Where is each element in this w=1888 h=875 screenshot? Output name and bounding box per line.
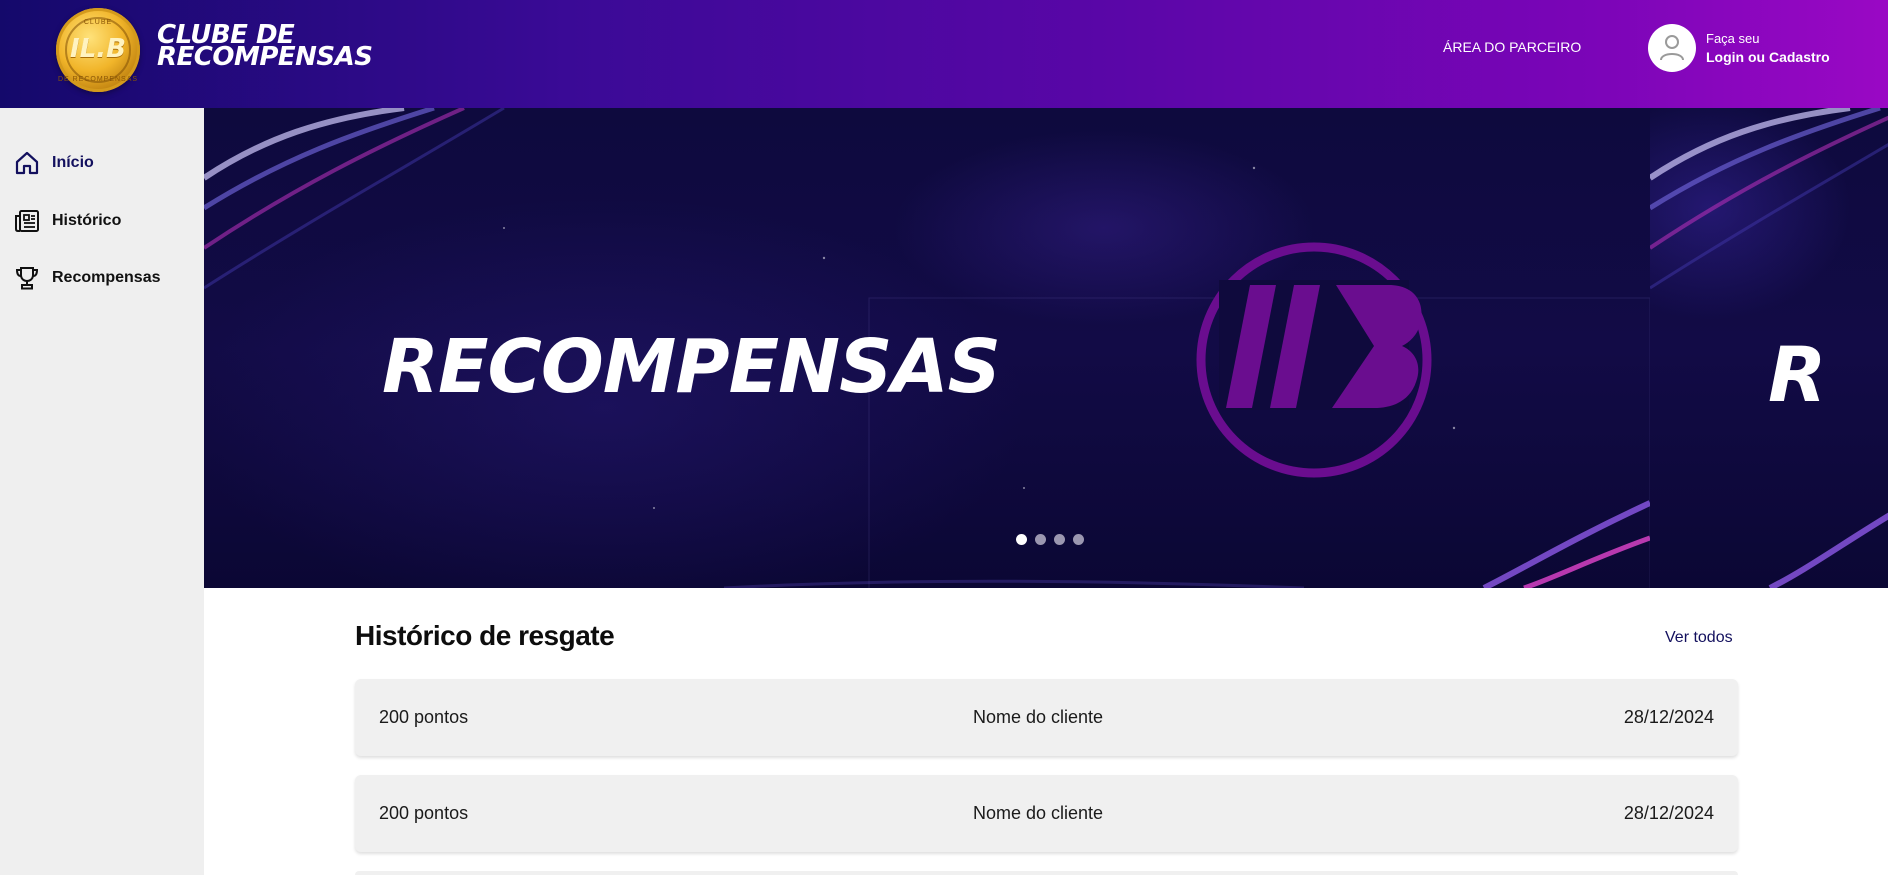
- carousel-slide-active[interactable]: RECOMPENSAS: [204, 108, 1650, 588]
- login-link[interactable]: Faça seu Login ou Cadastro: [1706, 29, 1830, 67]
- row-points: 200 pontos: [379, 707, 469, 727]
- carousel-dot-2[interactable]: [1035, 534, 1046, 545]
- sidebar-item-recompensas[interactable]: Recompensas: [14, 263, 194, 293]
- trophy-icon: [15, 267, 39, 290]
- user-icon: [1660, 35, 1684, 61]
- sidebar-item-label: Recompensas: [52, 269, 161, 286]
- ilb-emblem-logo: [1196, 242, 1432, 478]
- banner-carousel[interactable]: RECOMPENSAS R: [204, 108, 1888, 588]
- row-date: 28/12/2024: [1623, 707, 1714, 727]
- logo-monogram: IL.B: [70, 34, 126, 64]
- row-client-name: Nome do cliente: [973, 707, 1104, 727]
- next-slide-title-peek: R: [1768, 330, 1827, 419]
- row-points: 200 pontos: [379, 803, 469, 823]
- login-prompt: Faça seu: [1706, 31, 1760, 46]
- logo-ring-top-text: CLUBE: [83, 19, 113, 26]
- see-all-link[interactable]: Ver todos: [1665, 629, 1733, 647]
- login-register-label: Login ou Cadastro: [1706, 49, 1830, 65]
- sidebar-item-inicio[interactable]: Início: [14, 148, 194, 178]
- history-row[interactable]: 200 pontos Nome do cliente 28/12/2024: [355, 775, 1738, 852]
- sidebar-item-historico[interactable]: Histórico: [14, 206, 194, 236]
- logo-ring-bottom-text: DE RECOMPENSAS: [57, 76, 139, 83]
- carousel-dot-1[interactable]: [1016, 534, 1027, 545]
- club-logo[interactable]: CLUBE IL.B DE RECOMPENSAS: [56, 8, 140, 92]
- carousel-dot-3[interactable]: [1054, 534, 1065, 545]
- sidebar-item-label: Início: [52, 154, 94, 171]
- newspaper-icon: [15, 210, 39, 232]
- user-avatar[interactable]: [1648, 24, 1696, 72]
- sidebar: Início Histórico Recompensas: [0, 108, 204, 875]
- sidebar-item-label: Histórico: [52, 212, 122, 229]
- row-client-name: Nome do cliente: [973, 803, 1104, 823]
- partner-area-link[interactable]: ÁREA DO PARCEIRO: [1443, 39, 1581, 55]
- home-icon: [15, 151, 39, 175]
- carousel-slide-next-peek[interactable]: R: [1650, 108, 1888, 588]
- history-row-partial[interactable]: [355, 871, 1738, 875]
- top-header: CLUBE IL.B DE RECOMPENSAS CLUBE DE RECOM…: [0, 0, 1888, 108]
- history-section-title: Histórico de resgate: [355, 620, 615, 651]
- brand-line-2: RECOMPENSAS: [157, 42, 373, 72]
- history-row[interactable]: 200 pontos Nome do cliente 28/12/2024: [355, 679, 1738, 756]
- carousel-dot-4[interactable]: [1073, 534, 1084, 545]
- row-date: 28/12/2024: [1623, 803, 1714, 823]
- brand-title[interactable]: CLUBE DE RECOMPENSAS: [157, 22, 377, 72]
- banner-title: RECOMPENSAS: [382, 324, 1001, 410]
